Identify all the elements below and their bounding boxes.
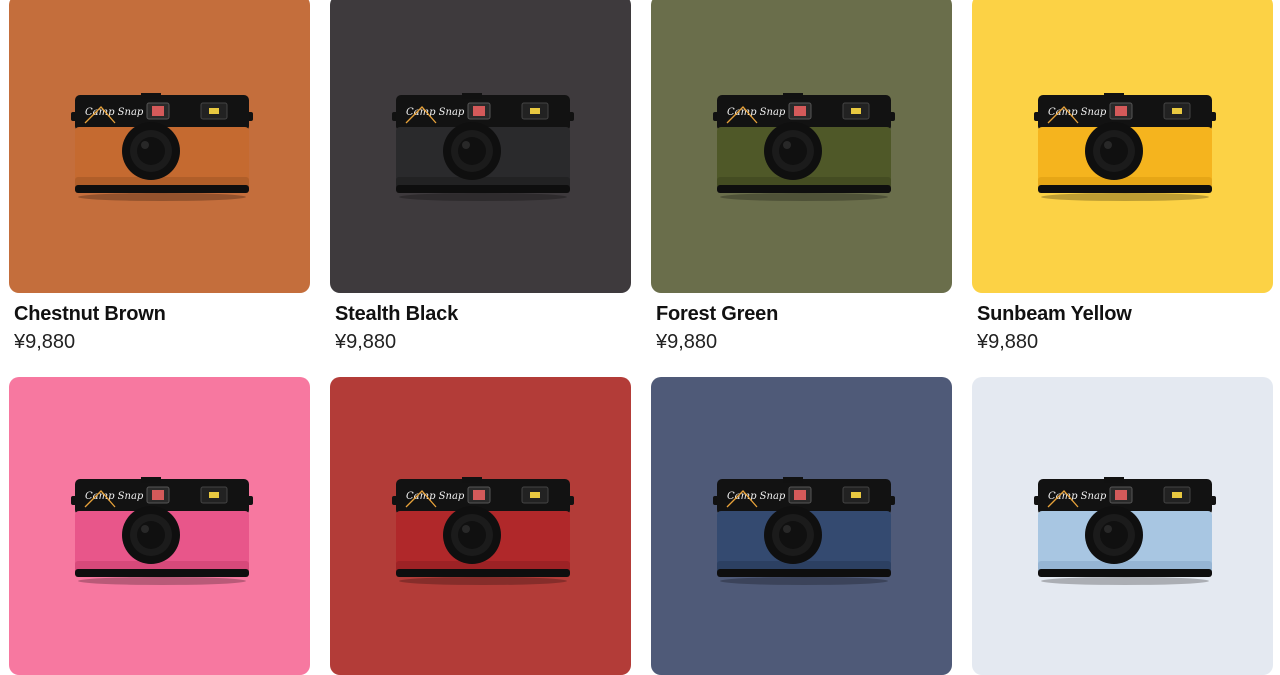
svg-text:Camp Snap: Camp Snap <box>85 107 144 118</box>
product-name[interactable]: Chestnut Brown <box>14 303 166 326</box>
svg-text:Camp Snap: Camp Snap <box>406 491 465 502</box>
product-card[interactable]: Camp Snap Forest Green ¥9,880 <box>651 0 952 353</box>
svg-text:Camp Snap: Camp Snap <box>406 107 465 118</box>
product-name[interactable]: Stealth Black <box>335 303 458 326</box>
camera-chestnut-brown-icon: Camp Snap <box>71 91 253 203</box>
product-image[interactable]: Camp Snap <box>330 0 631 293</box>
camera-navy-icon: Camp Snap <box>713 475 895 587</box>
svg-text:Camp Snap: Camp Snap <box>1048 107 1107 118</box>
svg-text:Camp Snap: Camp Snap <box>1048 491 1107 502</box>
svg-text:Camp Snap: Camp Snap <box>727 107 786 118</box>
product-image[interactable]: Camp Snap <box>972 0 1273 293</box>
product-grid: Camp Snap Chestnut Brown ¥9,880 Camp Snap <box>0 0 1280 675</box>
camera-forest-green-icon: Camp Snap <box>713 91 895 203</box>
product-card[interactable]: Camp Snap Stealth Black ¥9,880 <box>330 0 631 353</box>
camera-sunbeam-yellow-icon: Camp Snap <box>1034 91 1216 203</box>
svg-text:Camp Snap: Camp Snap <box>727 491 786 502</box>
product-image[interactable]: Camp Snap <box>330 377 631 675</box>
product-name[interactable]: Forest Green <box>656 303 778 326</box>
camera-sky-blue-icon: Camp Snap <box>1034 475 1216 587</box>
product-price: ¥9,880 <box>14 331 76 353</box>
product-card[interactable]: Camp Snap <box>651 377 952 675</box>
product-image[interactable]: Camp Snap <box>972 377 1273 675</box>
camera-stealth-black-icon: Camp Snap <box>392 91 574 203</box>
product-price: ¥9,880 <box>977 331 1039 353</box>
product-card[interactable]: Camp Snap <box>330 377 631 675</box>
product-card[interactable]: Camp Snap <box>972 377 1273 675</box>
product-price: ¥9,880 <box>335 331 397 353</box>
product-name[interactable]: Sunbeam Yellow <box>977 303 1132 326</box>
product-image[interactable]: Camp Snap <box>9 0 310 293</box>
product-card[interactable]: Camp Snap Chestnut Brown ¥9,880 <box>9 0 310 353</box>
product-image[interactable]: Camp Snap <box>651 0 952 293</box>
svg-text:Camp Snap: Camp Snap <box>85 491 144 502</box>
product-image[interactable]: Camp Snap <box>651 377 952 675</box>
product-card[interactable]: Camp Snap <box>9 377 310 675</box>
product-image[interactable]: Camp Snap <box>9 377 310 675</box>
product-price: ¥9,880 <box>656 331 718 353</box>
product-card[interactable]: Camp Snap Sunbeam Yellow ¥9,880 <box>972 0 1273 353</box>
camera-red-icon: Camp Snap <box>392 475 574 587</box>
camera-pink-icon: Camp Snap <box>71 475 253 587</box>
